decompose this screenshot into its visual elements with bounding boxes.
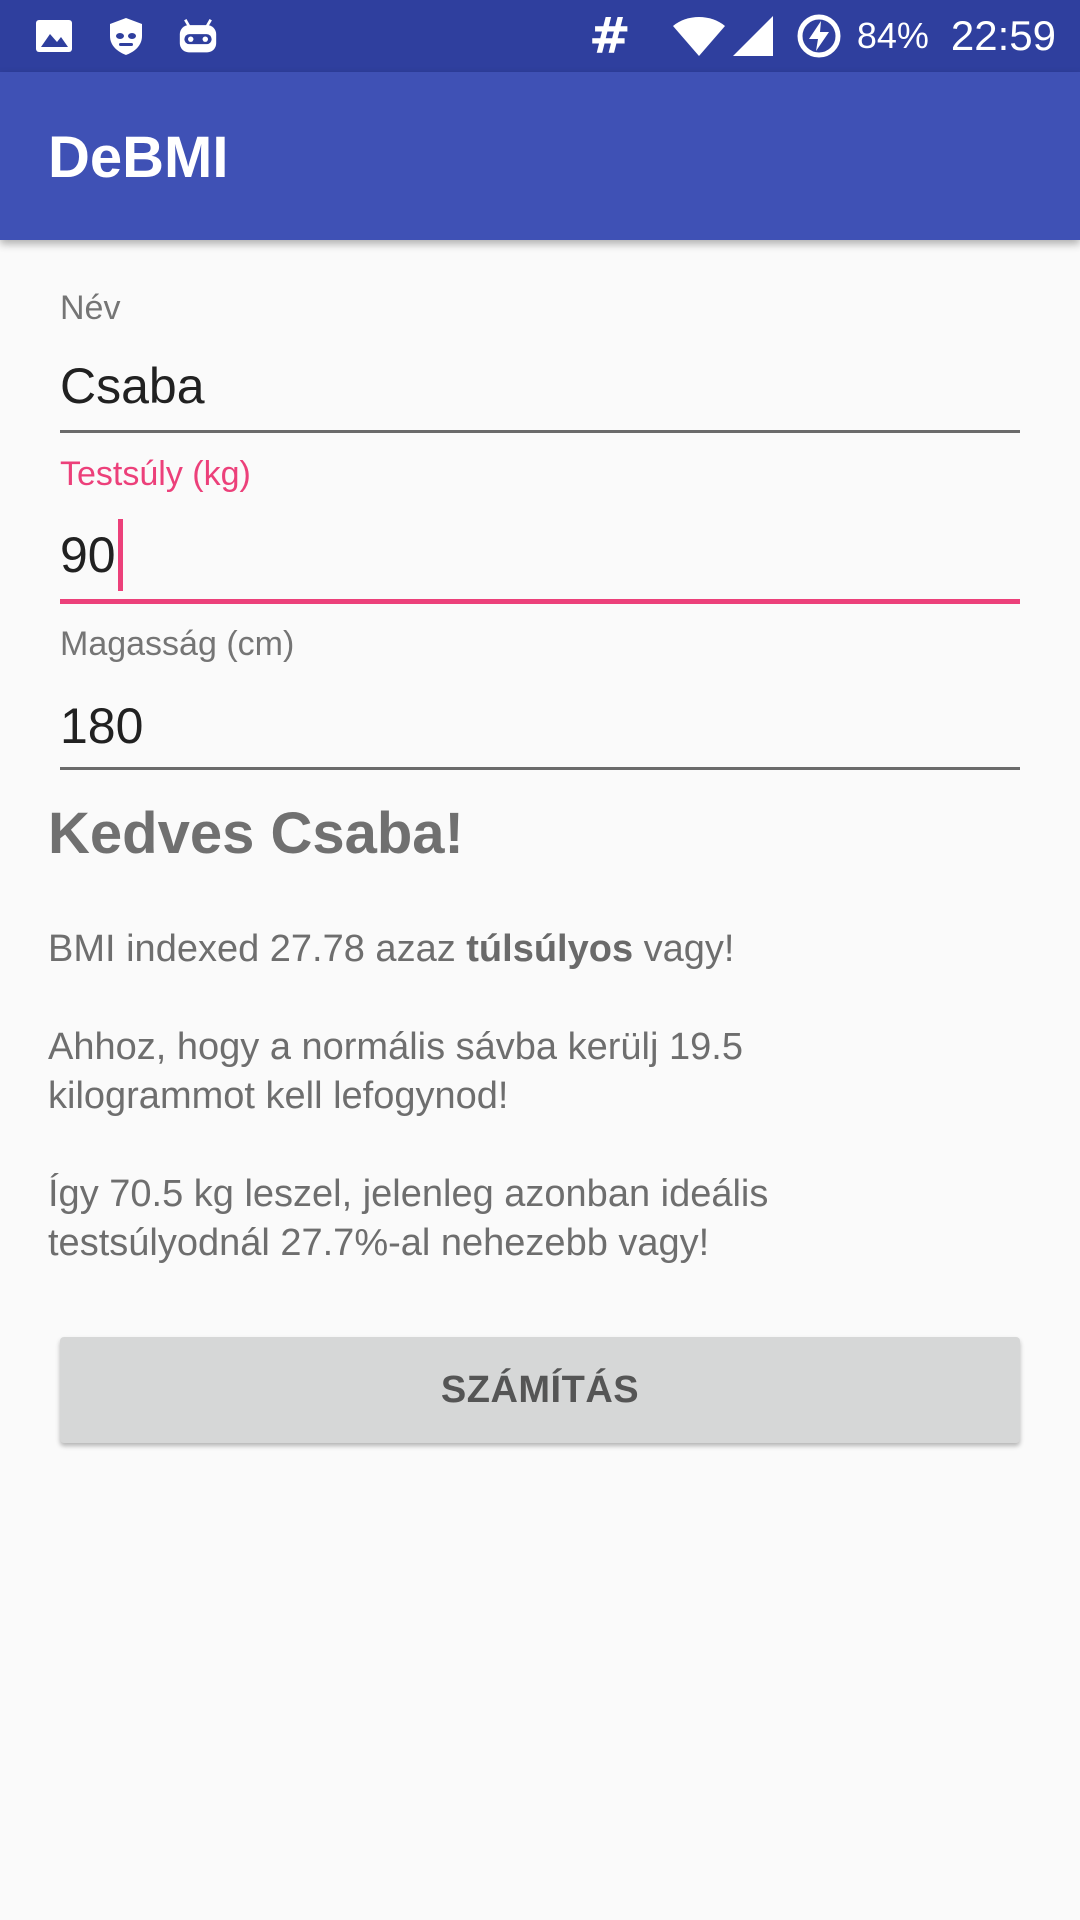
text-cursor — [117, 519, 123, 591]
bmi-prefix: BMI indexed 27.78 azaz — [48, 928, 467, 970]
height-input[interactable]: 180 — [60, 697, 143, 755]
weight-loss-line-2: kilogrammot kell lefogynod! — [48, 1075, 509, 1117]
image-icon — [36, 20, 72, 52]
android-icon — [179, 18, 217, 53]
weight-underline — [60, 599, 1020, 604]
shield-icon — [110, 18, 142, 55]
weight-value: 90 — [60, 527, 116, 584]
bmi-result-text: BMI indexed 27.78 azaz túlsúlyos vagy! — [48, 925, 1028, 974]
signal-icon — [732, 16, 773, 56]
name-underline — [60, 430, 1020, 433]
weight-loss-text: Ahhoz, hogy a normális sávba kerülj 19.5… — [48, 1023, 1028, 1121]
greeting-text: Kedves Csaba! — [48, 801, 464, 866]
app-title: DeBMI — [48, 125, 229, 190]
battery-charging-icon — [797, 14, 841, 58]
clock: 22:59 — [950, 12, 1056, 59]
height-label: Magasság (cm) — [60, 625, 295, 663]
height-underline — [60, 767, 1020, 770]
name-input[interactable]: Csaba — [60, 357, 205, 415]
system-icons: # 84% 22:59 — [589, 0, 1056, 72]
ideal-weight-text: Így 70.5 kg leszel, jelenleg azonban ide… — [48, 1170, 1028, 1268]
notification-icons — [34, 16, 250, 56]
bmi-category: túlsúlyos — [466, 928, 634, 970]
app-bar: DeBMI — [0, 72, 1080, 240]
ideal-weight-line-1: Így 70.5 kg leszel, jelenleg azonban ide… — [48, 1173, 769, 1215]
height-field[interactable]: Magasság (cm) 180 — [60, 625, 1020, 775]
weight-field[interactable]: Testsúly (kg) 90 — [60, 455, 1020, 605]
hash-icon: # — [588, 7, 631, 65]
weight-loss-line-1: Ahhoz, hogy a normális sávba kerülj 19.5 — [48, 1026, 743, 1068]
wifi-icon — [672, 17, 725, 56]
weight-label: Testsúly (kg) — [60, 455, 251, 493]
bmi-suffix: vagy! — [633, 928, 735, 970]
calculate-button[interactable]: SZÁMÍTÁS — [60, 1337, 1020, 1443]
status-bar: # 84% 22:59 — [0, 0, 1080, 72]
ideal-weight-line-2: testsúlyodnál 27.7%-al nehezebb vagy! — [48, 1222, 710, 1264]
name-label: Név — [60, 289, 121, 327]
battery-percentage: 84% — [856, 15, 929, 56]
weight-input[interactable]: 90 — [60, 519, 123, 595]
name-field[interactable]: Név Csaba — [60, 285, 1020, 435]
